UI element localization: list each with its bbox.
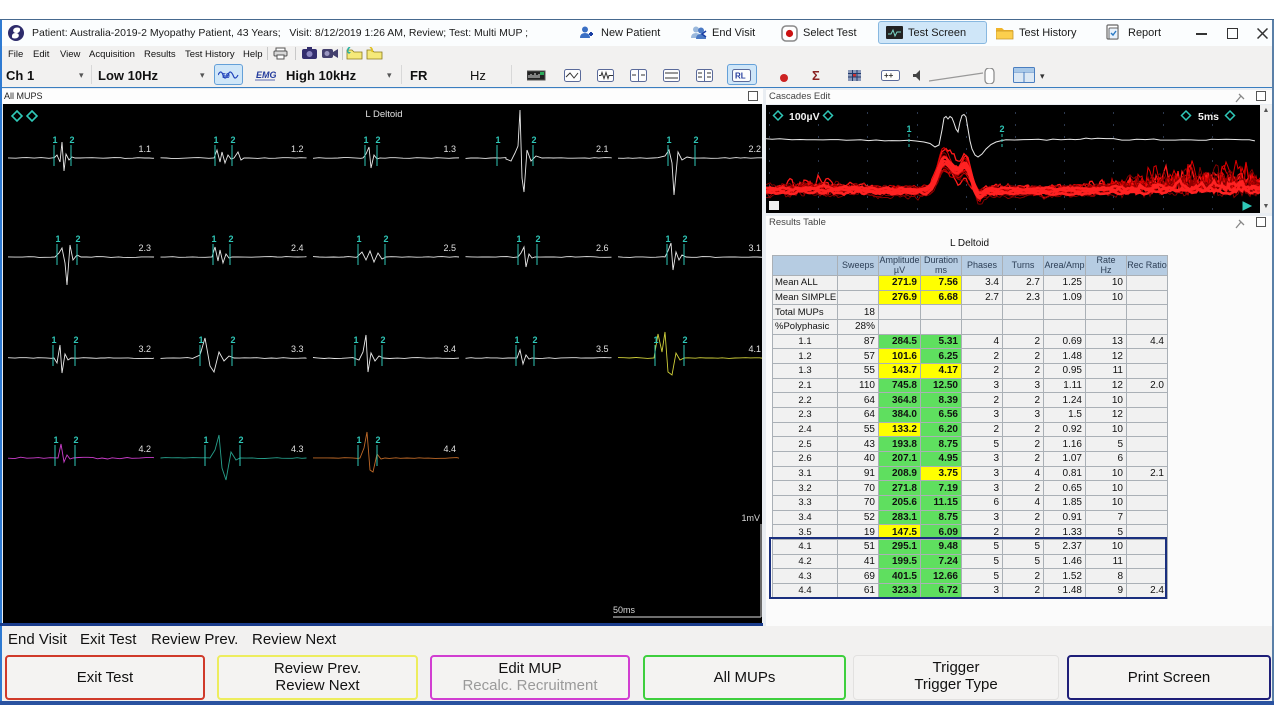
svg-text:1: 1 <box>55 234 60 244</box>
svg-text:2.4: 2.4 <box>291 243 304 253</box>
svg-text:3.1: 3.1 <box>748 243 761 253</box>
svg-text:1.3: 1.3 <box>443 144 456 154</box>
svg-text:1: 1 <box>356 234 361 244</box>
svg-text:EMG: EMG <box>256 70 276 80</box>
svg-text:1: 1 <box>363 135 368 145</box>
svg-text:2: 2 <box>375 135 380 145</box>
svg-text:1: 1 <box>211 234 216 244</box>
svg-text:2: 2 <box>238 435 243 445</box>
svg-text:L Deltoid: L Deltoid <box>365 109 402 120</box>
svg-text:1: 1 <box>514 335 519 345</box>
svg-text:2: 2 <box>73 335 78 345</box>
svg-text:1: 1 <box>51 335 56 345</box>
svg-text:RL: RL <box>735 72 746 81</box>
svg-text:3.2: 3.2 <box>138 344 151 354</box>
svg-text:1: 1 <box>495 135 500 145</box>
svg-text:2: 2 <box>999 124 1004 134</box>
svg-text:1.2: 1.2 <box>291 144 304 154</box>
svg-text:4.2: 4.2 <box>138 444 151 454</box>
svg-text:2.3: 2.3 <box>138 243 151 253</box>
svg-text:2.6: 2.6 <box>596 243 609 253</box>
svg-text:4.3: 4.3 <box>291 444 304 454</box>
svg-text:100µV: 100µV <box>789 111 820 123</box>
svg-text:2: 2 <box>532 335 537 345</box>
svg-text:1: 1 <box>203 435 208 445</box>
svg-text:++: ++ <box>884 71 894 80</box>
svg-text:2: 2 <box>230 135 235 145</box>
svg-text:1mV: 1mV <box>741 513 760 523</box>
svg-text:1: 1 <box>356 435 361 445</box>
svg-text:50: 50 <box>222 73 230 80</box>
svg-text:2: 2 <box>682 234 687 244</box>
svg-text:2: 2 <box>380 335 385 345</box>
svg-text:1: 1 <box>53 435 58 445</box>
svg-text:2: 2 <box>531 135 536 145</box>
svg-text:1: 1 <box>516 234 521 244</box>
svg-text:2: 2 <box>69 135 74 145</box>
svg-text:2: 2 <box>383 234 388 244</box>
svg-text:5ms: 5ms <box>1198 111 1219 123</box>
svg-text:1: 1 <box>653 335 658 345</box>
svg-text:1: 1 <box>353 335 358 345</box>
svg-text:2: 2 <box>682 335 687 345</box>
svg-text:4.1: 4.1 <box>748 344 761 354</box>
svg-text:2.2: 2.2 <box>748 144 761 154</box>
svg-text:2: 2 <box>535 234 540 244</box>
svg-text:1: 1 <box>666 135 671 145</box>
svg-text:1: 1 <box>213 135 218 145</box>
svg-text:2.5: 2.5 <box>443 243 456 253</box>
svg-text:4.4: 4.4 <box>443 444 456 454</box>
svg-text:1: 1 <box>906 124 911 134</box>
svg-text:1: 1 <box>198 335 203 345</box>
svg-text:2: 2 <box>375 435 380 445</box>
svg-text:50ms: 50ms <box>613 605 636 615</box>
svg-text:1: 1 <box>665 234 670 244</box>
svg-text:1: 1 <box>52 135 57 145</box>
svg-text:2.1: 2.1 <box>596 144 609 154</box>
svg-text:3.3: 3.3 <box>291 344 304 354</box>
svg-text:2: 2 <box>73 435 78 445</box>
svg-text:2: 2 <box>230 335 235 345</box>
svg-text:3.5: 3.5 <box>596 344 609 354</box>
svg-text:3.4: 3.4 <box>443 344 456 354</box>
svg-text:2: 2 <box>75 234 80 244</box>
svg-text:1.1: 1.1 <box>138 144 151 154</box>
svg-text:2: 2 <box>693 135 698 145</box>
svg-text:2: 2 <box>228 234 233 244</box>
